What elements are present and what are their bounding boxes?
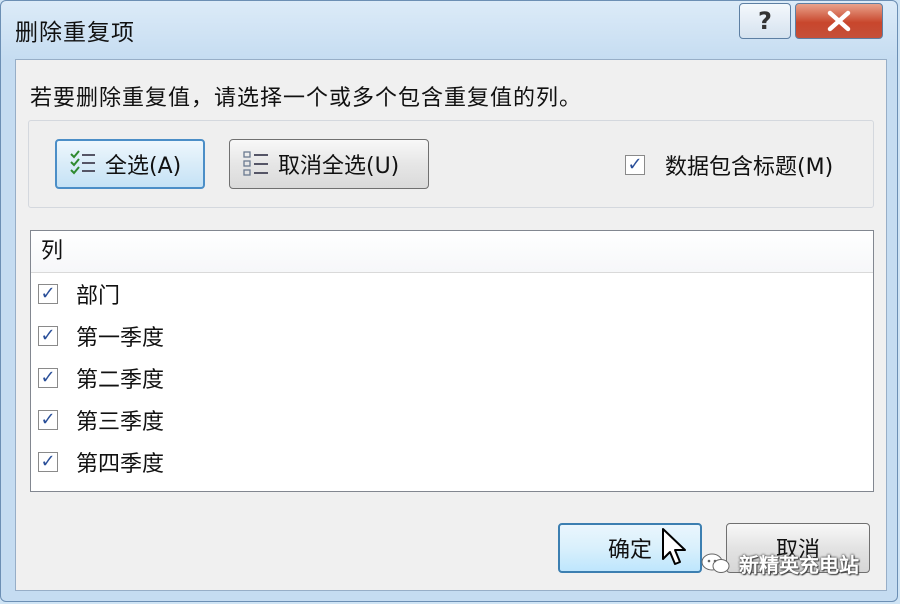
checkmark-icon: ✓ [40,282,56,304]
ok-label: 确定 [607,538,652,563]
select-all-label: 全选(A) [105,154,182,179]
watermark-text: 新精英充电站 [739,553,859,577]
list-item[interactable]: ✓ 部门 [31,273,873,315]
list-item[interactable]: ✓ 第三季度 [31,399,873,441]
close-button[interactable] [795,3,883,39]
dialog-body: 若要删除重复值，请选择一个或多个包含重复值的列。 全选(A) 取消全选(U) ✓… [15,59,887,591]
checkmark-icon: ✓ [40,366,56,388]
help-icon: ? [758,7,772,35]
checkmark-icon: ✓ [40,324,56,346]
wechat-icon [701,553,730,573]
column-label: 第三季度 [76,410,165,435]
has-headers-checkbox[interactable]: ✓ 数据包含标题(M) [625,149,833,181]
list-icon [243,151,268,176]
remove-duplicates-dialog: 删除重复项 ? 若要删除重复值，请选择一个或多个包含重复值的列。 全选(A) 取… [0,0,898,602]
has-headers-label: 数据包含标题(M) [665,155,834,180]
has-headers-check-box[interactable]: ✓ [625,155,645,175]
unselect-all-label: 取消全选(U) [278,154,400,179]
list-item[interactable]: ✓ 第四季度 [31,441,873,483]
list-item[interactable]: ✓ 第一季度 [31,315,873,357]
watermark: 新精英充电站 [701,549,859,578]
title-bar[interactable]: 删除重复项 ? [1,1,897,53]
list-item[interactable]: ✓ 第二季度 [31,357,873,399]
select-all-button[interactable]: 全选(A) [55,139,205,189]
column-checkbox[interactable]: ✓ [38,326,58,346]
columns-list-header: 列 [31,231,873,273]
close-icon [827,10,851,32]
column-checkbox[interactable]: ✓ [38,452,58,472]
help-button[interactable]: ? [739,3,791,39]
column-label: 第四季度 [76,452,165,477]
column-checkbox[interactable]: ✓ [38,368,58,388]
checkmark-icon: ✓ [40,450,56,472]
column-checkbox[interactable]: ✓ [38,410,58,430]
columns-list: 列 ✓ 部门 ✓ 第一季度 ✓ 第二季度 ✓ 第三季度 ✓ 第四季度 [30,230,874,492]
checklist-icon [70,150,95,175]
checkmark-icon: ✓ [40,408,56,430]
unselect-all-button[interactable]: 取消全选(U) [229,139,429,189]
mouse-pointer-icon [662,528,686,565]
selection-toolbar: 全选(A) 取消全选(U) ✓ 数据包含标题(M) [28,120,874,208]
column-label: 第二季度 [76,368,165,393]
instruction-text: 若要删除重复值，请选择一个或多个包含重复值的列。 [30,86,583,111]
column-checkbox[interactable]: ✓ [38,284,58,304]
column-label: 第一季度 [76,326,165,351]
checkmark-icon: ✓ [627,153,643,175]
column-label: 部门 [76,284,121,309]
dialog-title: 删除重复项 [15,20,135,46]
